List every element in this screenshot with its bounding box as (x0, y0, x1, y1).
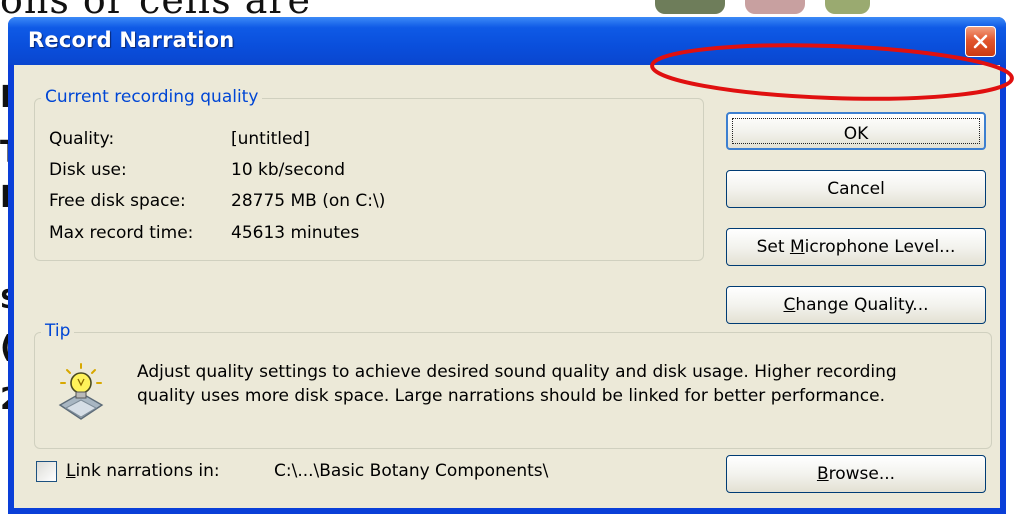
button-label-part: Set (756, 237, 790, 257)
link-narrations-checkbox[interactable] (36, 461, 57, 482)
max-record-time-value: 45613 minutes (231, 223, 360, 243)
background-illustration (825, 0, 870, 14)
button-label-part: hange Quality... (795, 295, 929, 315)
tip-text: Adjust quality settings to achieve desir… (137, 362, 897, 406)
access-key: B (816, 464, 829, 484)
set-microphone-level-button[interactable]: Set Microphone Level... (726, 228, 986, 266)
background-illustration (745, 0, 805, 14)
change-quality-button[interactable]: Change Quality... (726, 286, 986, 324)
access-key: C (783, 295, 796, 315)
button-label-part: icrophone Level... (804, 237, 956, 257)
link-narrations-label[interactable]: Link narrations in: (66, 461, 220, 481)
lightbulb-tip-icon (58, 363, 104, 420)
cancel-button[interactable]: Cancel (726, 170, 986, 208)
button-label-part: rowse... (828, 464, 896, 484)
ok-button-label: OK (843, 124, 869, 144)
current-recording-quality-group: Current recording quality Quality: [unti… (34, 87, 704, 261)
dialog-title: Record Narration (28, 28, 235, 52)
link-narrations-path: C:\...\Basic Botany Components\ (274, 461, 549, 481)
close-button[interactable] (965, 26, 996, 57)
title-bar[interactable]: Record Narration (8, 17, 1006, 65)
free-disk-space-value: 28775 MB (on C:\) (231, 191, 386, 211)
ok-button[interactable]: OK (726, 112, 986, 150)
record-narration-dialog: Record Narration Current recording quali… (8, 17, 1006, 514)
dialog-body: Current recording quality Quality: [unti… (14, 65, 1000, 508)
background-illustration (655, 0, 725, 14)
label-part: ink narrations in: (75, 461, 220, 481)
group-legend: Current recording quality (41, 87, 263, 107)
max-record-time-label: Max record time: (49, 223, 194, 243)
quality-value: [untitled] (231, 129, 310, 149)
tip-group: Tip Adjust quality settings to achieve d… (34, 321, 992, 449)
cancel-button-label: Cancel (827, 179, 885, 199)
browse-button[interactable]: Browse... (726, 455, 986, 493)
quality-label: Quality: (49, 129, 115, 149)
disk-use-value: 10 kb/second (231, 160, 346, 180)
disk-use-label: Disk use: (49, 160, 127, 180)
close-x-icon (973, 34, 988, 49)
group-legend: Tip (41, 321, 75, 341)
free-disk-space-label: Free disk space: (49, 191, 186, 211)
access-key: M (789, 237, 805, 257)
screen: ons or cells are I T I S ( 2 Record Narr… (0, 0, 1014, 520)
